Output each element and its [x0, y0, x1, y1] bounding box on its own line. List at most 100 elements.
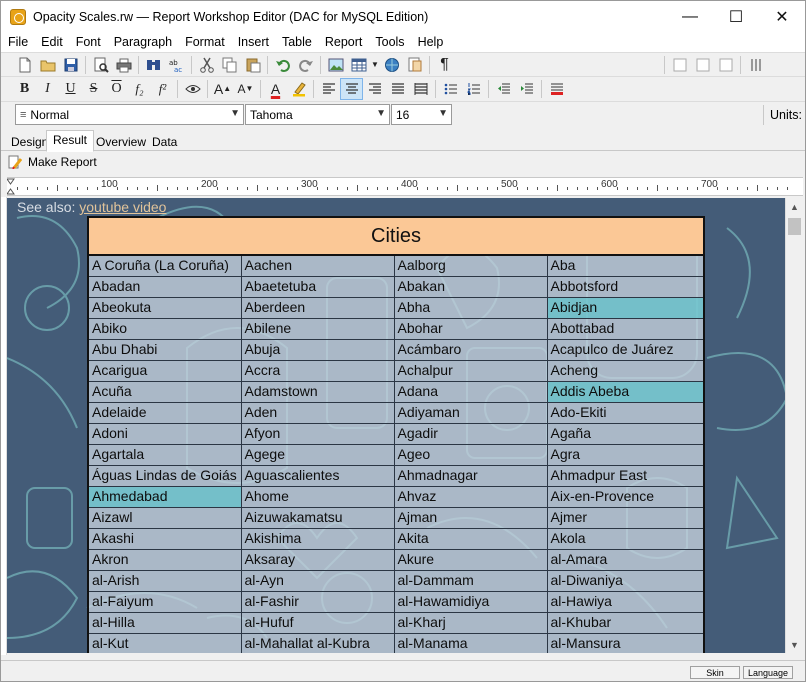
font-select[interactable]: Tahoma ▼ — [245, 104, 390, 125]
superscript-button[interactable]: f² — [151, 78, 174, 100]
city-cell[interactable]: Adelaide — [87, 401, 242, 424]
city-cell[interactable]: Addis Abeba — [546, 380, 706, 403]
city-cell[interactable]: Ahome — [240, 485, 395, 508]
city-cell[interactable]: al-Diwaniya — [546, 569, 706, 592]
city-cell[interactable]: Aba — [546, 254, 706, 277]
vertical-scrollbar[interactable]: ▲ ▼ — [785, 198, 803, 653]
italic-button[interactable]: I — [36, 78, 59, 100]
city-cell[interactable]: al-Kut — [87, 632, 242, 653]
city-cell[interactable]: Acheng — [546, 359, 706, 382]
city-cell[interactable]: A Coruña (La Coruña) — [87, 254, 242, 277]
align-right-icon[interactable] — [363, 78, 386, 100]
print-icon[interactable] — [112, 54, 135, 76]
city-cell[interactable]: Ahmadpur East — [546, 464, 706, 487]
city-cell[interactable]: Ahmadnagar — [393, 464, 548, 487]
city-cell[interactable]: Ahvaz — [393, 485, 548, 508]
city-cell[interactable]: al-Fashir — [240, 590, 395, 613]
city-cell[interactable]: Akure — [393, 548, 548, 571]
open-folder-icon[interactable] — [36, 54, 59, 76]
city-cell[interactable]: Abbotsford — [546, 275, 706, 298]
city-cell[interactable]: Adiyaman — [393, 401, 548, 424]
city-cell[interactable]: al-Ayn — [240, 569, 395, 592]
strikethrough-button[interactable]: S — [82, 78, 105, 100]
city-cell[interactable]: Akron — [87, 548, 242, 571]
redo-icon[interactable] — [294, 54, 317, 76]
city-cell[interactable]: Agra — [546, 443, 706, 466]
table-dropdown-icon[interactable]: ▼ — [370, 54, 380, 76]
city-cell[interactable]: Aachen — [240, 254, 395, 277]
print-preview-icon[interactable] — [89, 54, 112, 76]
city-cell[interactable]: Akashi — [87, 527, 242, 550]
city-cell[interactable]: Abottabad — [546, 317, 706, 340]
city-cell[interactable]: Abadan — [87, 275, 242, 298]
city-cell[interactable]: al-Mahallat al-Kubra — [240, 632, 395, 653]
city-cell[interactable]: al-Hawamidiya — [393, 590, 548, 613]
city-cell[interactable]: Aguascalientes — [240, 464, 395, 487]
overline-button[interactable]: O — [105, 78, 128, 100]
insert-picture-icon[interactable] — [324, 54, 347, 76]
font-grow-button[interactable]: A ▲ — [211, 78, 234, 100]
city-cell[interactable]: Ahmedabad — [87, 485, 242, 508]
city-cell[interactable]: Agege — [240, 443, 395, 466]
menu-tools[interactable]: Tools — [368, 35, 410, 49]
page-layout-icon[interactable] — [668, 54, 691, 76]
city-cell[interactable]: Acarigua — [87, 359, 242, 382]
city-cell[interactable]: Abilene — [240, 317, 395, 340]
copy-icon[interactable] — [218, 54, 241, 76]
city-cell[interactable]: Abu Dhabi — [87, 338, 242, 361]
ruler-indent-marker[interactable] — [6, 178, 15, 195]
align-justify-icon[interactable] — [386, 78, 409, 100]
city-cell[interactable]: Ajmer — [546, 506, 706, 529]
menu-format[interactable]: Format — [178, 35, 231, 49]
city-cell[interactable]: Agartala — [87, 443, 242, 466]
align-center-icon[interactable] — [340, 77, 363, 100]
tab-data[interactable]: Data — [145, 132, 184, 151]
menu-insert[interactable]: Insert — [231, 35, 275, 49]
align-left-icon[interactable] — [317, 78, 340, 100]
city-cell[interactable]: Aksaray — [240, 548, 395, 571]
city-cell[interactable]: Abha — [393, 296, 548, 319]
undo-icon[interactable] — [271, 54, 294, 76]
city-cell[interactable]: Abohar — [393, 317, 548, 340]
menu-file[interactable]: File — [1, 35, 34, 49]
city-cell[interactable]: Aalborg — [393, 254, 548, 277]
find-icon[interactable] — [142, 54, 165, 76]
city-cell[interactable]: Ado-Ekiti — [546, 401, 706, 424]
page-layout3-icon[interactable] — [714, 54, 737, 76]
city-cell[interactable]: Aizuwakamatsu — [240, 506, 395, 529]
vertical-text-icon[interactable] — [744, 54, 767, 76]
paste-icon[interactable] — [241, 54, 264, 76]
city-cell[interactable]: al-Dammam — [393, 569, 548, 592]
city-cell[interactable]: Abeokuta — [87, 296, 242, 319]
horizontal-ruler[interactable]: 100 200 300 400 500 600 700 — [6, 177, 803, 196]
city-cell[interactable]: Ageo — [393, 443, 548, 466]
city-cell[interactable]: al-Hawiya — [546, 590, 706, 613]
minimize-button[interactable]: — — [667, 1, 713, 32]
city-cell[interactable]: al-Arish — [87, 569, 242, 592]
cut-icon[interactable] — [195, 54, 218, 76]
save-icon[interactable] — [59, 54, 82, 76]
font-color-button[interactable]: A — [264, 78, 287, 100]
city-cell[interactable]: Águas Lindas de Goiás — [87, 464, 242, 487]
scroll-down-icon[interactable]: ▼ — [786, 636, 803, 653]
menu-font[interactable]: Font — [69, 35, 107, 49]
new-document-icon[interactable] — [13, 54, 36, 76]
city-cell[interactable]: al-Amara — [546, 548, 706, 571]
city-cell[interactable]: Aizawl — [87, 506, 242, 529]
city-cell[interactable]: al-Faiyum — [87, 590, 242, 613]
font-size-select[interactable]: 16 ▼ — [391, 104, 452, 125]
tab-result[interactable]: Result — [46, 130, 95, 152]
insert-object-icon[interactable] — [403, 54, 426, 76]
city-cell[interactable]: Akola — [546, 527, 706, 550]
increase-indent-icon[interactable] — [515, 78, 538, 100]
highlight-color-icon[interactable] — [287, 78, 310, 100]
bold-button[interactable]: B — [13, 78, 36, 100]
city-cell[interactable]: Abidjan — [546, 296, 706, 319]
youtube-video-link[interactable]: youtube video — [79, 199, 166, 215]
menu-help[interactable]: Help — [411, 35, 450, 49]
align-distribute-icon[interactable] — [409, 78, 432, 100]
menu-report[interactable]: Report — [318, 35, 369, 49]
menu-table[interactable]: Table — [275, 35, 318, 49]
city-cell[interactable]: Abaetetuba — [240, 275, 395, 298]
city-cell[interactable]: Ajman — [393, 506, 548, 529]
